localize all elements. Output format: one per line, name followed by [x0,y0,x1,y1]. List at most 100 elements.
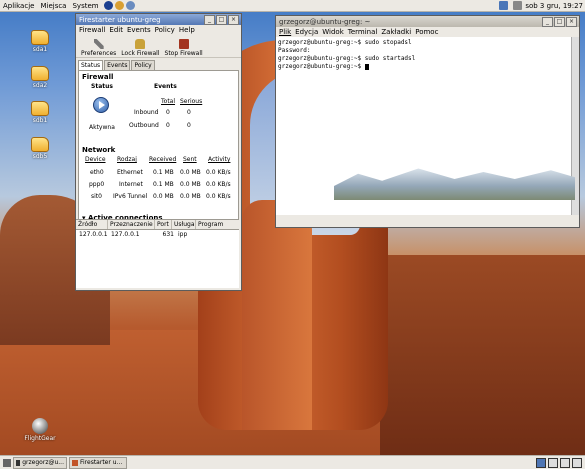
help-icon[interactable] [125,1,135,10]
net-cell: sit0 [91,193,102,200]
task-terminal[interactable]: grzegorz@u... [13,456,67,469]
clock[interactable]: sob 3 gru, 19:27 [525,2,583,10]
flightgear-icon [32,418,48,434]
menu-edycja[interactable]: Edycja [295,28,318,36]
menu-pomoc[interactable]: Pomoc [415,28,438,36]
menu-terminal[interactable]: Terminal [348,28,378,36]
volume-icon[interactable] [513,1,523,10]
drive-icon [31,137,49,152]
col-port[interactable]: Port [155,220,172,229]
col-service[interactable]: Usługa [172,220,196,229]
lock-firewall-label: Lock Firewall [121,50,160,57]
mail-icon[interactable] [114,1,124,10]
desktop-icon-label: sda1 [32,46,48,53]
cursor [364,63,369,70]
top-panel: Aplikacje Miejsca System sob 3 gru, 19:2… [0,0,585,12]
terminal-prompt: grzegorz@ubuntu-greg:~$ [278,63,365,70]
stop-firewall-button[interactable]: Stop Firewall [165,39,203,57]
status-panel: Firewall Status Events Total Serious Akt… [78,70,239,228]
firestarter-window: Firestarter ubuntu-greg _ □ × Firewall E… [75,13,242,291]
outbound-serious: 0 [187,122,191,129]
network-heading: Network [82,146,116,154]
show-desktop-icon[interactable] [3,458,11,467]
outbound-label: Outbound [129,122,159,129]
desktop-icon-label: sdb5 [32,153,48,160]
tab-policy[interactable]: Policy [131,60,155,70]
menu-aplikacje[interactable]: Aplikacje [0,2,37,10]
tab-status[interactable]: Status [78,60,104,70]
net-cell: Ethernet [117,169,143,176]
menu-zakladki[interactable]: Zakładki [381,28,411,36]
inbound-total: 0 [166,109,170,116]
menu-plik[interactable]: Plik [279,28,291,36]
tools-icon [93,39,104,49]
net-cell: 0.0 MB [180,169,201,176]
workspace-4[interactable] [572,458,582,468]
desktop-icon-sda1[interactable]: sda1 [15,30,65,53]
maximize-button[interactable]: □ [554,17,565,27]
table-row[interactable]: 127.0.0.1 127.0.0.1 631 ipp [76,230,239,239]
drive-icon [31,66,49,81]
desktop-icon-label: sdb1 [32,117,48,124]
events-header: Events [154,83,177,90]
col-destination[interactable]: Przeznaczenie [108,220,155,229]
net-cell: 0.0 KB/s [206,193,231,200]
terminal-line: grzegorz@ubuntu-greg:~$ sudo startadsl [278,55,416,62]
desktop-icon-sdb5[interactable]: sdb5 [15,137,65,160]
desktop-icon-sda2[interactable]: sda2 [15,66,65,89]
firestarter-title: Firestarter ubuntu-greg [79,15,161,24]
inbound-label: Inbound [134,109,159,116]
col-source[interactable]: Źródło [76,220,108,229]
net-col-activity: Activity [208,156,231,163]
lock-icon [135,39,146,49]
terminal-title: grzegorz@ubuntu-greg: ~ [279,17,371,26]
menu-widok[interactable]: Widok [322,28,344,36]
desktop-icon-flightgear[interactable]: FlightGear [15,418,65,442]
menu-events[interactable]: Events [127,26,151,34]
menu-help[interactable]: Help [179,26,195,34]
workspace-2[interactable] [548,458,558,468]
desktop-icon-label: sda2 [32,82,48,89]
preferences-button[interactable]: Preferences [81,39,116,57]
status-header: Status [91,83,113,90]
terminal-line: Password: [278,47,311,54]
workspace-switcher[interactable] [536,458,582,468]
terminal-menubar: Plik Edycja Widok Terminal Zakładki Pomo… [276,27,579,37]
desktop-icon-sdb1[interactable]: sdb1 [15,101,65,124]
task-terminal-label: grzegorz@u... [22,459,64,466]
browser-icon[interactable] [103,1,113,10]
firestarter-menubar: Firewall Edit Events Policy Help [76,25,241,35]
tab-events[interactable]: Events [104,60,131,70]
col-program[interactable]: Program [196,220,225,229]
minimize-button[interactable]: _ [542,17,553,27]
net-cell: 0.1 MB [153,181,174,188]
net-cell: 0.1 MB [153,169,174,176]
stop-firewall-label: Stop Firewall [164,50,203,57]
menu-edit[interactable]: Edit [109,26,123,34]
firestarter-titlebar[interactable]: Firestarter ubuntu-greg _ □ × [76,14,241,25]
preferences-label: Preferences [81,50,117,57]
close-button[interactable]: × [228,15,239,25]
conn-port: 631 [162,231,174,238]
network-icon[interactable] [499,1,509,10]
workspace-3[interactable] [560,458,570,468]
lock-firewall-button[interactable]: Lock Firewall [121,39,160,57]
workspace-1[interactable] [536,458,546,468]
task-firestarter[interactable]: Firestarter u... [69,456,127,469]
menu-system[interactable]: System [69,2,101,10]
conn-source: 127.0.0.1 [79,231,108,238]
firewall-heading: Firewall [82,73,114,81]
firestarter-tabs: Status Events Policy [76,58,241,70]
desktop-arch-leg [242,200,312,430]
menu-miejsca[interactable]: Miejsca [37,2,69,10]
maximize-button[interactable]: □ [216,15,227,25]
connections-table: Źródło Przeznaczenie Port Usługa Program… [76,219,239,288]
menu-firewall[interactable]: Firewall [79,26,105,34]
minimize-button[interactable]: _ [204,15,215,25]
net-cell: ppp0 [89,181,105,188]
menu-policy[interactable]: Policy [155,26,175,34]
net-cell: IPv6 Tunnel [113,193,148,200]
terminal-titlebar[interactable]: grzegorz@ubuntu-greg: ~ _ □ × [276,16,579,27]
close-button[interactable]: × [566,17,577,27]
status-value: Aktywna [89,124,115,131]
